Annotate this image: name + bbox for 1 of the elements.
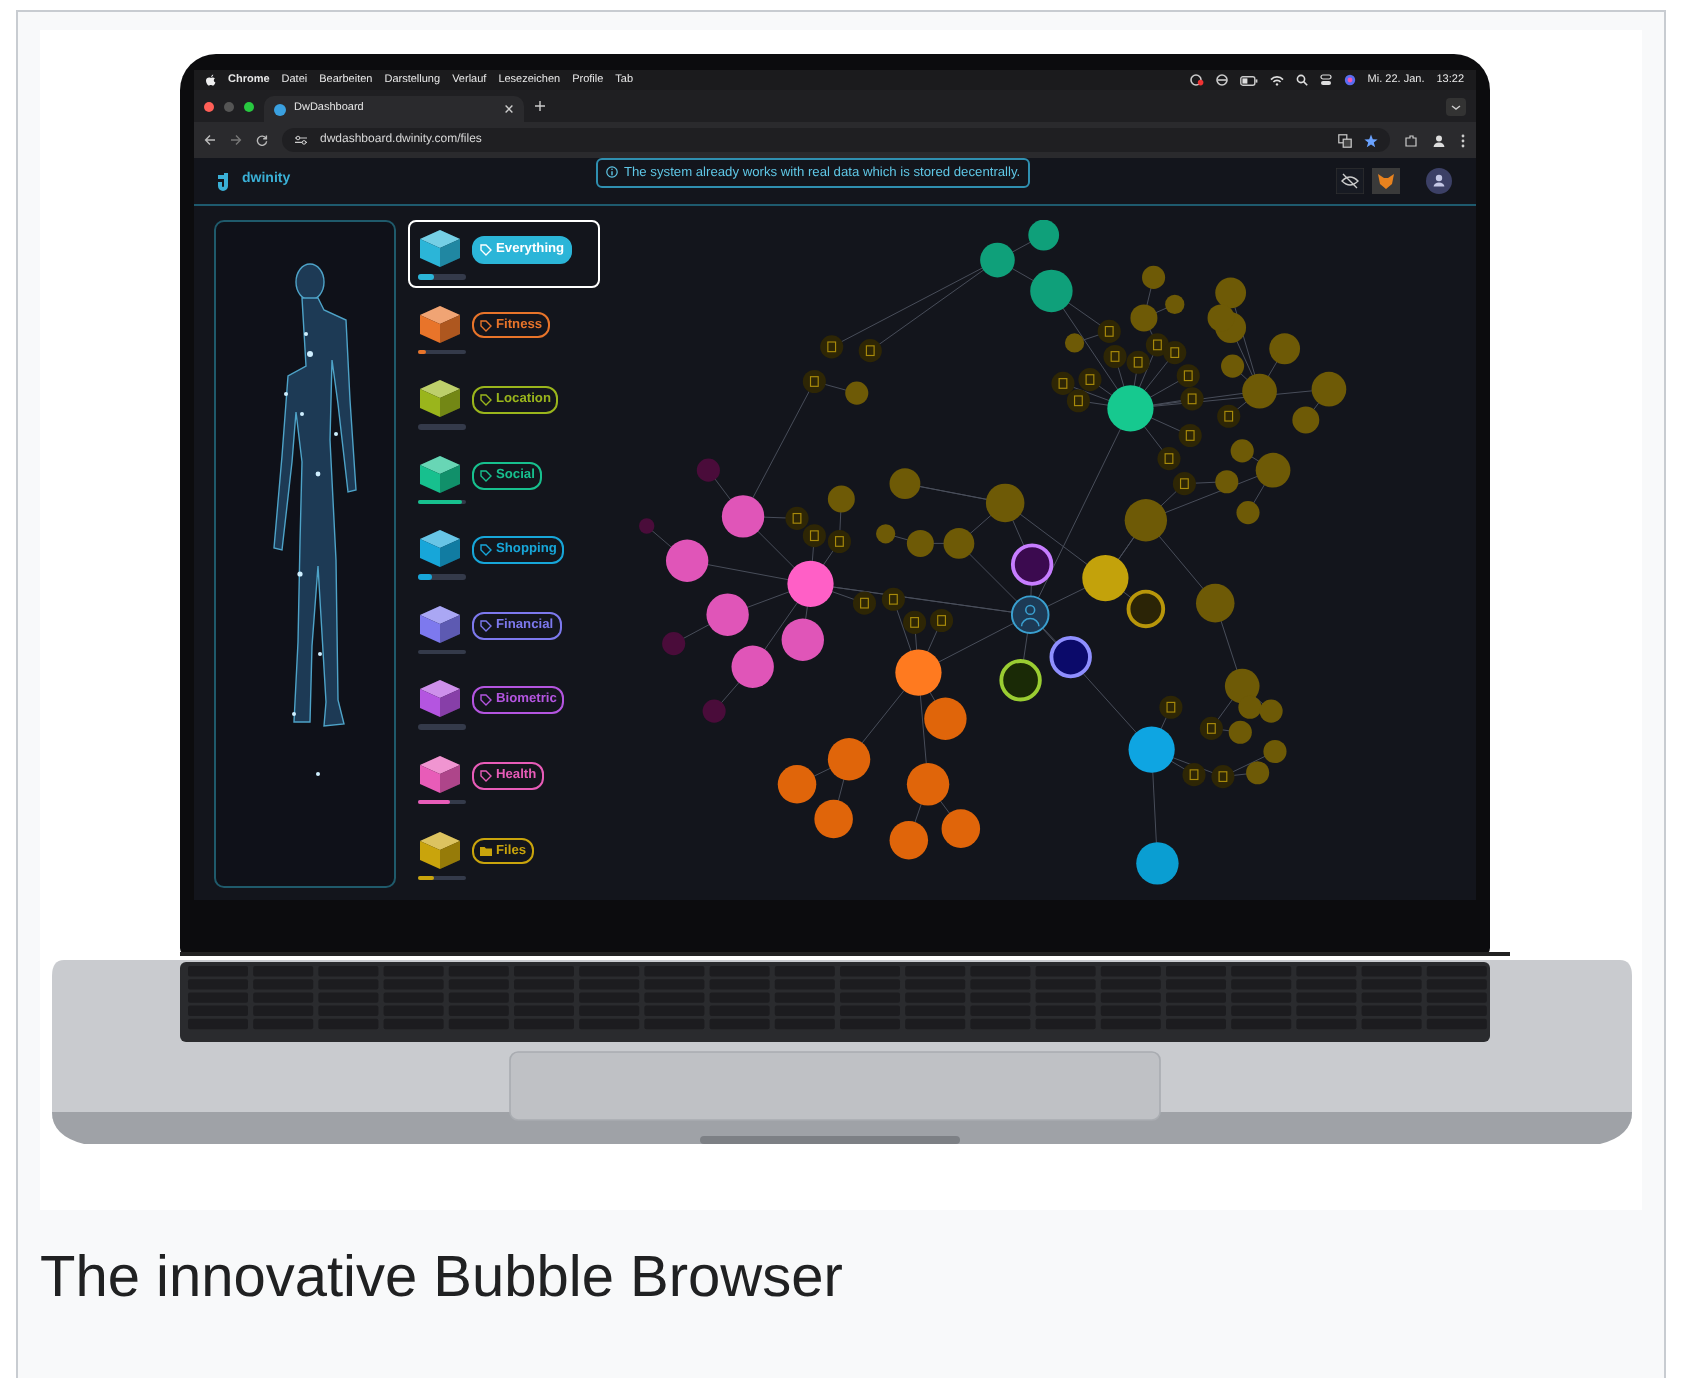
image-caption: The innovative Bubble Browser	[40, 1244, 845, 1308]
